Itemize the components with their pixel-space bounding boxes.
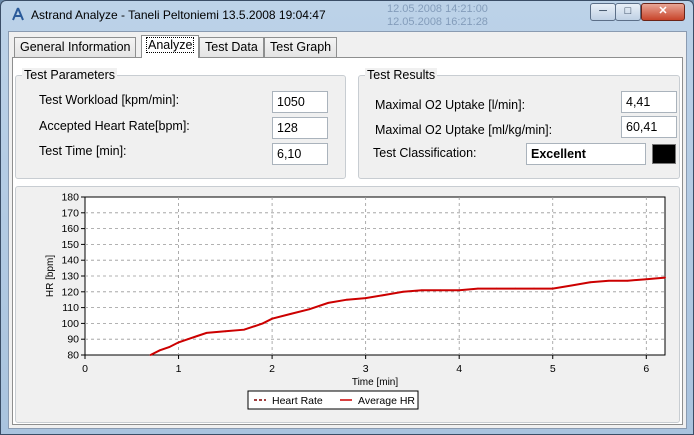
data-point: [514, 287, 517, 290]
group-title: Test Results: [365, 68, 438, 82]
analyze-panel: Test Parameters Test Workload [kpm/min]:…: [12, 57, 683, 425]
data-point: [252, 325, 255, 328]
data-point: [158, 349, 161, 352]
data-point: [196, 335, 199, 337]
tab-label: Test Graph: [270, 40, 332, 54]
hr-chart-container: 80 90 100 110 120 130 140 150 160 170 180 0123456 …: [15, 186, 680, 423]
data-point: [420, 289, 423, 292]
data-point: [364, 297, 367, 300]
classification-field[interactable]: Excellent: [526, 143, 646, 165]
legend-label: Average HR: [358, 395, 415, 407]
data-point: [327, 301, 330, 304]
heart-rate-field[interactable]: 128: [272, 117, 328, 139]
data-point: [626, 279, 629, 282]
y-tick-label: 140: [61, 255, 79, 267]
x-tick-label: 2: [269, 363, 275, 375]
heart-rate-label: Accepted Heart Rate[bpm]:: [39, 119, 190, 133]
tab-test-data[interactable]: Test Data: [199, 37, 264, 57]
window-title: Astrand Analyze - Taneli Peltoniemi 13.5…: [31, 8, 326, 22]
x-tick-label: 4: [456, 363, 462, 375]
tab-label: General Information: [20, 40, 131, 54]
x-tick-label: 5: [550, 363, 556, 375]
test-results-group: Test Results Maximal O2 Uptake [l/min]: …: [358, 68, 680, 179]
y-tick-label: 150: [61, 239, 79, 251]
y-tick-label: 110: [62, 302, 79, 314]
y-tick-label: 170: [61, 207, 79, 219]
data-point: [346, 298, 348, 301]
data-point: [439, 289, 442, 292]
data-point: [607, 279, 610, 282]
vo2-rel-label: Maximal O2 Uptake [ml/kg/min]:: [375, 123, 553, 137]
tab-analyze[interactable]: Analyze: [141, 35, 200, 58]
chart-legend: Heart Rate Average HR: [247, 390, 419, 410]
vo2-abs-label: Maximal O2 Uptake [l/min]:: [375, 98, 526, 112]
x-tick-label: 3: [363, 363, 369, 375]
data-point: [570, 284, 573, 287]
data-point: [589, 281, 592, 284]
classification-label: Test Classification:: [373, 146, 477, 160]
y-tick-label: 90: [67, 334, 79, 346]
data-point: [243, 328, 245, 331]
x-axis-label: Time [min]: [352, 377, 399, 388]
data-point: [402, 290, 404, 293]
y-tick-label: 80: [67, 350, 79, 362]
test-parameters-group: Test Parameters Test Workload [kpm/min]:…: [15, 68, 346, 179]
x-tick-label: 0: [82, 363, 88, 375]
workload-field[interactable]: 1050: [272, 91, 328, 113]
vo2-abs-field[interactable]: 4,41: [621, 91, 677, 113]
data-point: [149, 354, 152, 356]
ghost-text-2: 12.05.2008 16:21:28: [387, 16, 488, 28]
app-icon: [12, 7, 24, 21]
x-tick-label: 1: [176, 363, 182, 375]
y-tick-label: 160: [61, 223, 79, 235]
tab-label: Analyze: [145, 37, 195, 53]
minimize-button[interactable]: ─: [590, 3, 616, 21]
data-point: [205, 331, 208, 334]
test-time-field[interactable]: 6,10: [272, 143, 328, 165]
data-point: [224, 330, 227, 333]
data-point: [533, 287, 535, 290]
classification-color-swatch: [652, 144, 676, 164]
x-axis-ticks: 0 1 2 3 4 5 6: [82, 355, 649, 375]
y-axis-label: HR [bpm]: [45, 255, 56, 297]
data-point: [271, 317, 273, 320]
data-point: [645, 278, 648, 281]
data-point: [289, 313, 292, 315]
tab-test-graph[interactable]: Test Graph: [264, 37, 338, 57]
data-point: [495, 287, 498, 290]
app-window: Astrand Analyze - Taneli Peltoniemi 13.5…: [0, 0, 694, 435]
hr-chart: 8090100110120130140150160170180 0123456 …: [45, 192, 666, 410]
close-button[interactable]: ✕: [641, 3, 685, 21]
y-tick-label: 180: [61, 192, 79, 204]
data-point: [664, 276, 666, 279]
y-tick-label: 130: [61, 271, 79, 283]
client-area: General Information Analyze Test Data Te…: [8, 31, 687, 429]
y-tick-label: 100: [61, 318, 79, 330]
tab-label: Test Data: [205, 40, 258, 54]
data-point: [261, 322, 264, 325]
data-point: [187, 338, 189, 341]
y-axis-ticks: 80 90 100 110 120 130 140 150 160 170 180: [61, 192, 85, 362]
vo2-rel-field[interactable]: 60,41: [621, 116, 677, 138]
data-point: [177, 341, 180, 344]
data-point: [551, 287, 554, 290]
test-time-label: Test Time [min]:: [39, 144, 127, 158]
workload-label: Test Workload [kpm/min]:: [39, 93, 180, 107]
data-point: [168, 346, 171, 348]
x-tick-label: 6: [643, 363, 649, 375]
data-point: [383, 294, 386, 296]
legend-label: Heart Rate: [272, 395, 323, 407]
y-tick-label: 120: [61, 286, 79, 298]
tab-general-information[interactable]: General Information: [14, 37, 137, 57]
data-point: [458, 289, 461, 292]
maximize-button[interactable]: □: [615, 3, 641, 21]
title-bar[interactable]: Astrand Analyze - Taneli Peltoniemi 13.5…: [1, 1, 693, 29]
data-point: [308, 308, 311, 311]
ghost-text-1: 12.05.2008 14:21:00: [387, 3, 488, 15]
group-title: Test Parameters: [22, 68, 118, 82]
data-point: [477, 287, 479, 290]
